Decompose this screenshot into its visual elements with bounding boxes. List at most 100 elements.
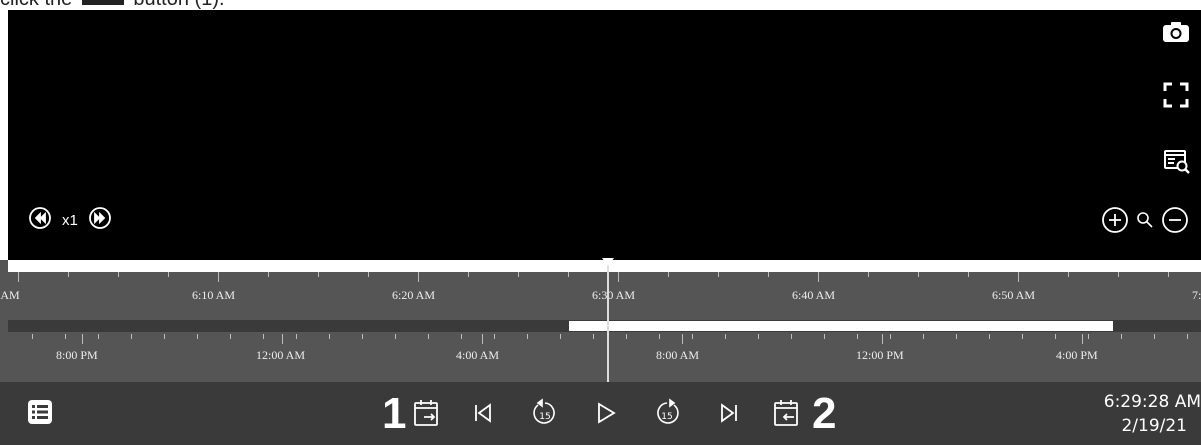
- minor-tick: [956, 334, 957, 339]
- time-tick-label: 6:30 AM: [592, 288, 636, 302]
- fullscreen-icon[interactable]: [1163, 82, 1189, 112]
- play-icon[interactable]: [594, 401, 618, 425]
- minor-tick: [168, 272, 169, 277]
- minor-tick: [494, 334, 495, 339]
- time-tick-label: 6:50 AM: [992, 288, 1036, 302]
- playhead-marker[interactable]: [602, 258, 614, 266]
- minor-tick: [1187, 334, 1188, 339]
- event-search-icon[interactable]: [1163, 148, 1191, 180]
- minor-tick: [461, 334, 462, 339]
- major-tick: [82, 334, 83, 344]
- major-tick: [682, 334, 683, 344]
- skip-previous-icon[interactable]: [472, 402, 494, 424]
- time-tick-label: 4:00 PM: [1056, 348, 1098, 362]
- major-tick: [282, 334, 283, 344]
- minor-tick: [718, 272, 719, 277]
- minor-tick: [527, 334, 528, 339]
- camera-icon[interactable]: [1161, 20, 1191, 48]
- minor-tick: [593, 334, 594, 339]
- list-menu-icon[interactable]: [28, 400, 52, 424]
- time-tick-label: 8:00 AM: [656, 348, 700, 362]
- minor-tick: [923, 334, 924, 339]
- minor-tick: [890, 334, 891, 339]
- minor-tick: [768, 272, 769, 277]
- minor-tick: [1055, 334, 1056, 339]
- minor-tick: [918, 272, 919, 277]
- minor-tick: [518, 272, 519, 277]
- rewind-15-icon[interactable]: 15: [530, 398, 560, 428]
- minor-tick: [362, 334, 363, 339]
- minor-tick: [428, 334, 429, 339]
- zoom-out-icon[interactable]: [1161, 206, 1189, 238]
- minor-tick: [758, 334, 759, 339]
- minor-tick: [857, 334, 858, 339]
- minor-tick: [968, 272, 969, 277]
- minor-tick: [164, 334, 165, 339]
- time-tick-label: 0 AM: [0, 288, 20, 302]
- minor-tick: [68, 272, 69, 277]
- minor-tick: [368, 272, 369, 277]
- minor-tick: [65, 334, 66, 339]
- minor-tick: [418, 272, 419, 277]
- minor-tick: [218, 272, 219, 277]
- minor-tick: [268, 272, 269, 277]
- playback-toolbar: 1 15 15 2 6:29:28 AM 2/19/21: [0, 382, 1201, 445]
- minor-tick: [230, 334, 231, 339]
- rewind-icon[interactable]: [28, 206, 52, 234]
- minor-tick: [560, 334, 561, 339]
- playhead-line[interactable]: [607, 260, 609, 382]
- callout-number-1: 1: [382, 389, 407, 438]
- svg-text:15: 15: [539, 412, 550, 422]
- caption-suffix: button (1).: [133, 0, 224, 10]
- minor-tick: [824, 334, 825, 339]
- minor-tick: [791, 334, 792, 339]
- skip-next-icon[interactable]: [718, 402, 740, 424]
- minor-tick: [618, 272, 619, 277]
- time-tick-label: 7:: [1192, 288, 1201, 302]
- time-tick-label: 8:00 PM: [56, 348, 98, 362]
- lower-time-scale: 8:00 PM 12:00 AM 4:00 AM 8:00 AM 12:00 PM 4:0…: [0, 332, 1201, 382]
- calendar-export-icon[interactable]: [412, 398, 442, 428]
- minor-tick: [263, 334, 264, 339]
- minor-tick: [197, 334, 198, 339]
- minor-tick: [1168, 272, 1169, 277]
- time-tick-label: 12:00 PM: [856, 348, 904, 362]
- major-tick: [482, 334, 483, 344]
- minor-tick: [1088, 334, 1089, 339]
- minor-tick: [1154, 334, 1155, 339]
- calendar-import-icon[interactable]: [772, 398, 802, 428]
- minor-tick: [668, 272, 669, 277]
- caption-prefix: click the: [0, 0, 72, 10]
- time-tick-label: 12:00 AM: [256, 348, 306, 362]
- date-time-display: 6:29:28 AM 2/19/21: [1104, 390, 1201, 438]
- minor-tick: [626, 334, 627, 339]
- forward-15-icon[interactable]: 15: [652, 398, 682, 428]
- zoom-control: [1101, 206, 1189, 238]
- minor-tick: [296, 334, 297, 339]
- minor-tick: [395, 334, 396, 339]
- minor-tick: [318, 272, 319, 277]
- timeline[interactable]: 0 AM 6:10 AM 6:20 AM 6:30 AM 6:40 AM 6:50 AM 7…: [0, 258, 1201, 382]
- time-tick-label: 6:10 AM: [192, 288, 236, 302]
- callout-number-2: 2: [812, 389, 837, 438]
- major-tick: [18, 272, 19, 282]
- minor-tick: [725, 334, 726, 339]
- recording-segment[interactable]: [569, 321, 1113, 331]
- magnifier-icon: [1135, 210, 1155, 234]
- minor-tick: [868, 272, 869, 277]
- zoom-in-icon[interactable]: [1101, 206, 1129, 238]
- minor-tick: [818, 272, 819, 277]
- time-tick-label: 6:20 AM: [392, 288, 436, 302]
- current-date: 2/19/21: [1121, 416, 1187, 436]
- upper-time-scale: 0 AM 6:10 AM 6:20 AM 6:30 AM 6:40 AM 6:50 AM 7…: [0, 272, 1201, 320]
- fast-forward-icon[interactable]: [88, 206, 112, 234]
- minor-tick: [131, 334, 132, 339]
- minor-tick: [1022, 334, 1023, 339]
- minor-tick: [98, 334, 99, 339]
- instruction-caption: click the button (1).: [0, 0, 225, 10]
- minor-tick: [329, 334, 330, 339]
- minor-tick: [32, 334, 33, 339]
- time-tick-label: 6:40 AM: [792, 288, 836, 302]
- video-viewer[interactable]: x1: [8, 10, 1201, 260]
- minor-tick: [118, 272, 119, 277]
